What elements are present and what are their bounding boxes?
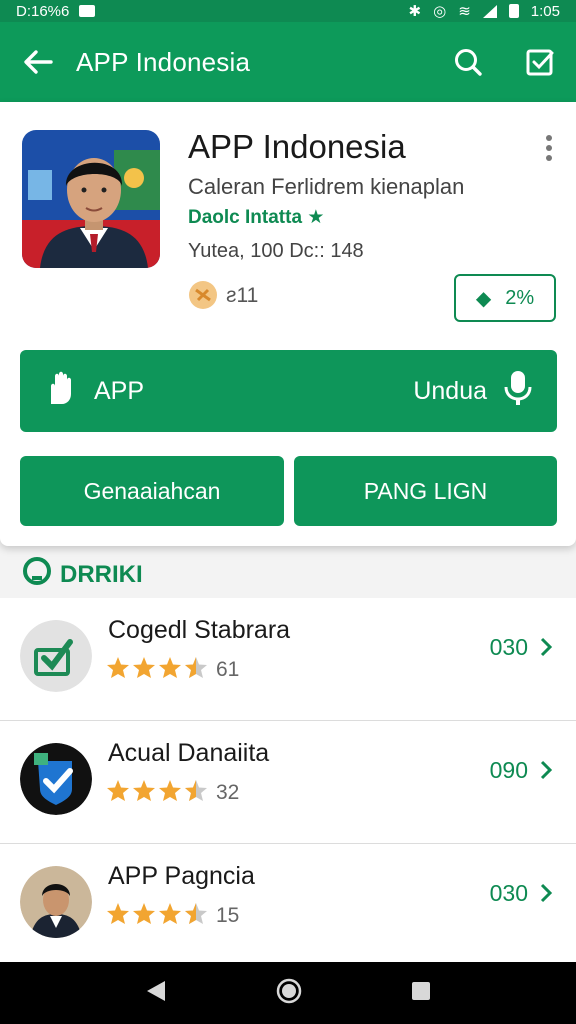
install-button-label: APP [94,376,145,405]
list-item-thumb [20,620,92,692]
list-item-count: 15 [216,904,240,927]
back-arrow-icon[interactable] [0,22,76,102]
developer-badge-icon: ★ [307,207,325,228]
bluetooth-icon: ✱ [408,3,422,20]
star-icons [107,780,207,801]
app-subtitle: Caleran Ferlidrem kienaplan [188,174,465,199]
section-title: DRRIKI [60,560,143,588]
list-item-name: Cogedl Stabrara [108,616,291,644]
search-icon[interactable] [432,22,504,102]
list-item[interactable]: Acual Danaiita 32 090 [0,721,576,843]
rating-badge-icon [188,280,218,310]
list-item[interactable]: APP Pagncia 15 030 [0,844,576,962]
more-vert-icon[interactable] [534,132,564,166]
vibrate-icon: ◎ [433,3,447,20]
nav-home-icon[interactable] [276,978,302,1009]
star-rating [106,902,210,926]
developer-name: Daolc Intatta [188,207,303,228]
secondary-right-label: PANG LIGN [363,477,488,504]
system-nav-bar [0,962,576,1024]
percent-diamond-icon: ◆ [475,287,492,310]
battery-icon [508,4,519,18]
secondary-right-button[interactable]: PANG LIGN [294,456,557,526]
star-icons [107,903,207,924]
star-rating [106,656,210,680]
percent-value: 2% [505,286,535,309]
list-item-value: 090 [489,757,528,783]
developer-link[interactable]: Daolc Intatta ★ [188,206,324,229]
app-bar-title: APP Indonesia [76,46,251,77]
list-item-thumb [20,866,92,938]
list-item-thumb [20,743,92,815]
install-button[interactable]: APP Undua [20,350,557,432]
app-name: APP Indonesia [188,128,406,165]
nav-recents-icon[interactable] [411,981,431,1006]
app-detail-card: APP Indonesia Caleran Ferlidrem kienapla… [0,102,576,546]
chevron-right-icon[interactable] [538,636,554,658]
status-time-left: D:16%6 [16,2,70,20]
list-item-name: Acual Danaiita [108,739,270,767]
microphone-icon [503,369,533,414]
secondary-left-button[interactable]: Genaaiahcan [20,456,284,526]
rating-count: ƨ11 [226,284,259,307]
star-icons [107,657,207,678]
star-rating [106,779,210,803]
list-item[interactable]: Cogedl Stabrara 61 030 [0,598,576,720]
status-bar: D:16%6 ✱ ◎ ≋ 1:05 [0,0,576,22]
hand-icon [44,370,78,413]
app-hero-image [22,130,160,268]
notification-icon [79,5,96,17]
app-meta: Yutea, 100 Dc:: 148 [188,240,364,262]
checkbox-icon[interactable] [504,22,576,102]
list-item-name: APP Pagncia [108,862,255,890]
chevron-right-icon[interactable] [538,759,554,781]
signal-icon [482,4,497,18]
percent-badge[interactable]: ◆ 2% [454,274,556,322]
list-item-count: 32 [216,781,240,804]
secondary-left-label: Genaaiahcan [83,477,221,504]
section-icon [22,556,52,593]
wifi-icon: ≋ [458,3,471,20]
nav-back-icon[interactable] [145,979,167,1008]
status-time-right: 1:05 [530,2,560,20]
install-button-right-label: Undua [413,376,487,405]
section-header: DRRIKI [22,556,143,593]
app-bar: APP Indonesia [0,22,576,102]
chevron-right-icon[interactable] [538,882,554,904]
list-item-value: 030 [489,634,528,660]
list-item-value: 030 [489,880,528,906]
list-item-count: 61 [216,658,240,681]
